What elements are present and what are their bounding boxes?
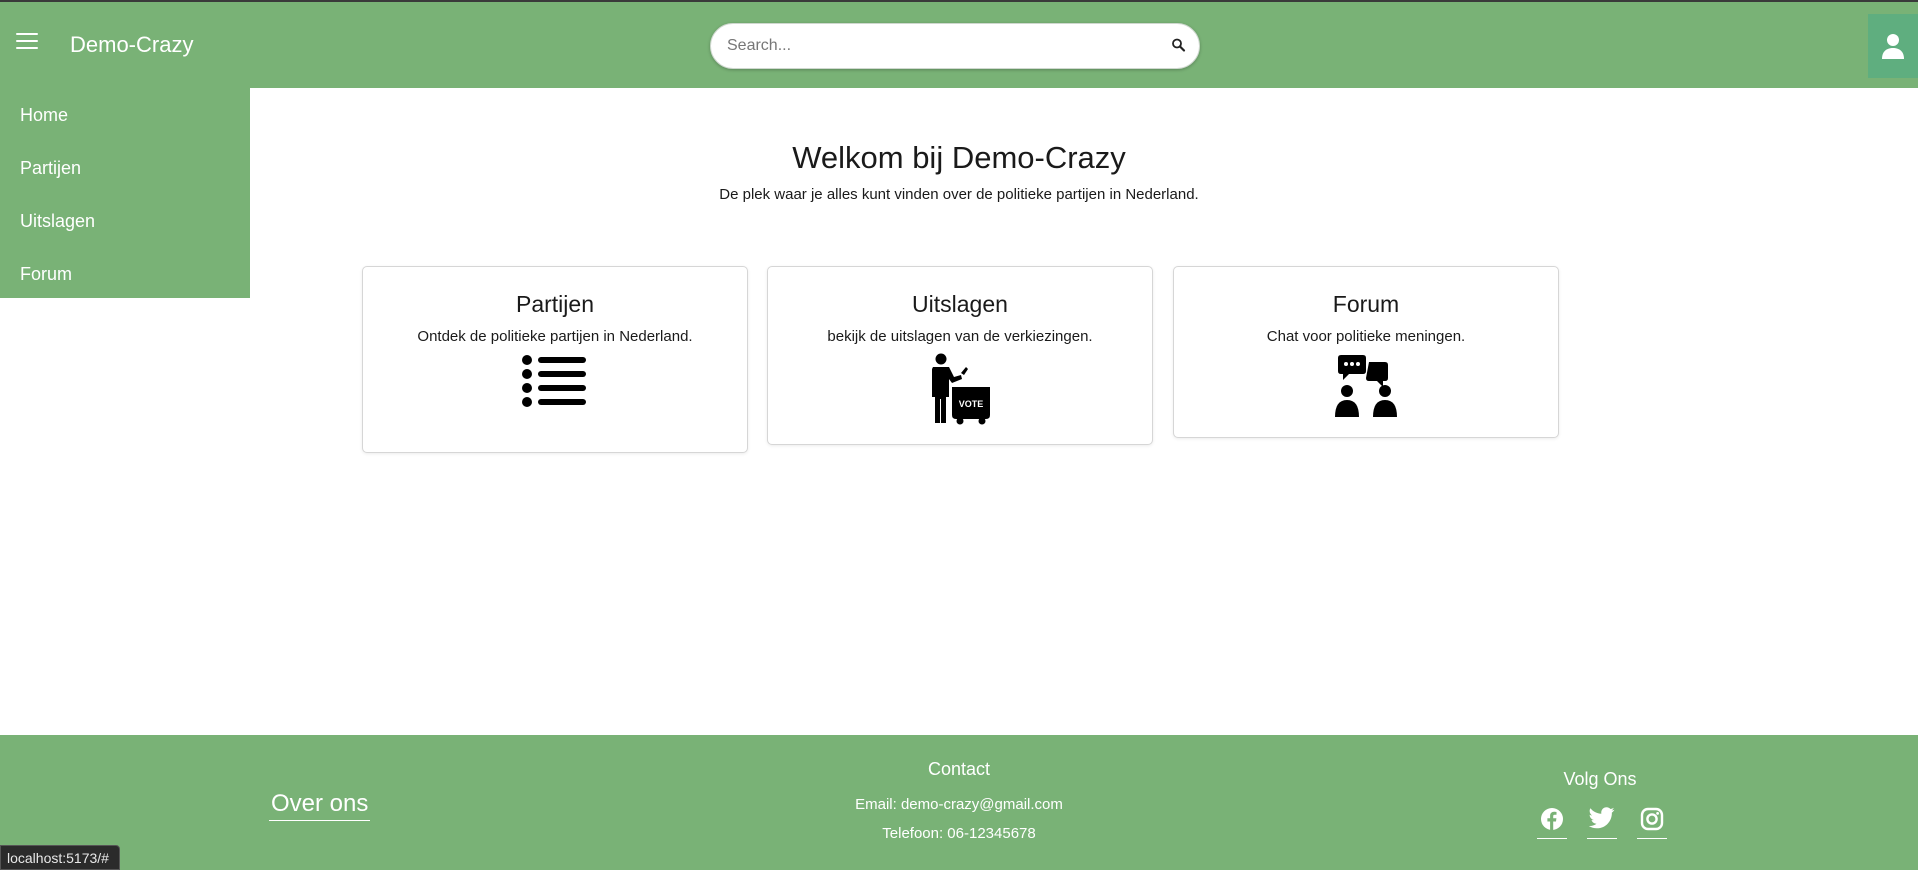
card-title: Partijen bbox=[516, 291, 594, 317]
social-links bbox=[1537, 807, 1667, 839]
twitter-link[interactable] bbox=[1587, 807, 1617, 839]
twitter-icon bbox=[1589, 807, 1615, 829]
discussion-people-icon bbox=[1335, 355, 1397, 417]
card-title: Uitslagen bbox=[912, 291, 1008, 317]
instagram-icon bbox=[1640, 807, 1664, 831]
browser-status-url: localhost:5173/# bbox=[0, 845, 120, 870]
card-text: bekijk de uitslagen van de verkiezingen. bbox=[827, 328, 1093, 345]
sidebar-item-forum[interactable]: Forum bbox=[0, 251, 250, 304]
page-subtitle: De plek waar je alles kunt vinden over d… bbox=[719, 186, 1199, 203]
sidebar-item-home[interactable]: Home bbox=[0, 92, 250, 145]
hamburger-menu-icon[interactable] bbox=[16, 30, 38, 52]
search-icon[interactable] bbox=[1169, 36, 1189, 56]
search-bar bbox=[710, 23, 1200, 69]
brand-title[interactable]: Demo-Crazy bbox=[70, 32, 193, 58]
vote-label: VOTE bbox=[959, 399, 984, 409]
site-footer: Over ons Contact Email: demo-crazy@gmail… bbox=[0, 735, 1918, 870]
card-uitslagen[interactable]: Uitslagen bekijk de uitslagen van de ver… bbox=[767, 266, 1153, 445]
sidebar-item-uitslagen[interactable]: Uitslagen bbox=[0, 198, 250, 251]
search-input[interactable] bbox=[727, 24, 1147, 68]
follow-title: Volg Ons bbox=[1563, 769, 1637, 789]
card-partijen[interactable]: Partijen Ontdek de politieke partijen in… bbox=[362, 266, 748, 453]
voting-person-icon: VOTE bbox=[932, 353, 990, 425]
top-navbar: Demo-Crazy bbox=[0, 2, 1918, 88]
card-title: Forum bbox=[1332, 291, 1400, 317]
card-text: Ontdek de politieke partijen in Nederlan… bbox=[417, 328, 693, 345]
page-title: Welkom bij Demo-Crazy bbox=[792, 140, 1126, 175]
card-text: Chat voor politieke meningen. bbox=[1266, 328, 1466, 345]
facebook-link[interactable] bbox=[1537, 807, 1567, 839]
card-forum[interactable]: Forum Chat voor politieke meningen. bbox=[1173, 266, 1559, 438]
user-account-button[interactable] bbox=[1868, 14, 1918, 78]
facebook-icon bbox=[1541, 808, 1563, 830]
user-icon bbox=[1882, 34, 1904, 59]
instagram-link[interactable] bbox=[1637, 807, 1667, 839]
list-icon bbox=[522, 355, 586, 407]
